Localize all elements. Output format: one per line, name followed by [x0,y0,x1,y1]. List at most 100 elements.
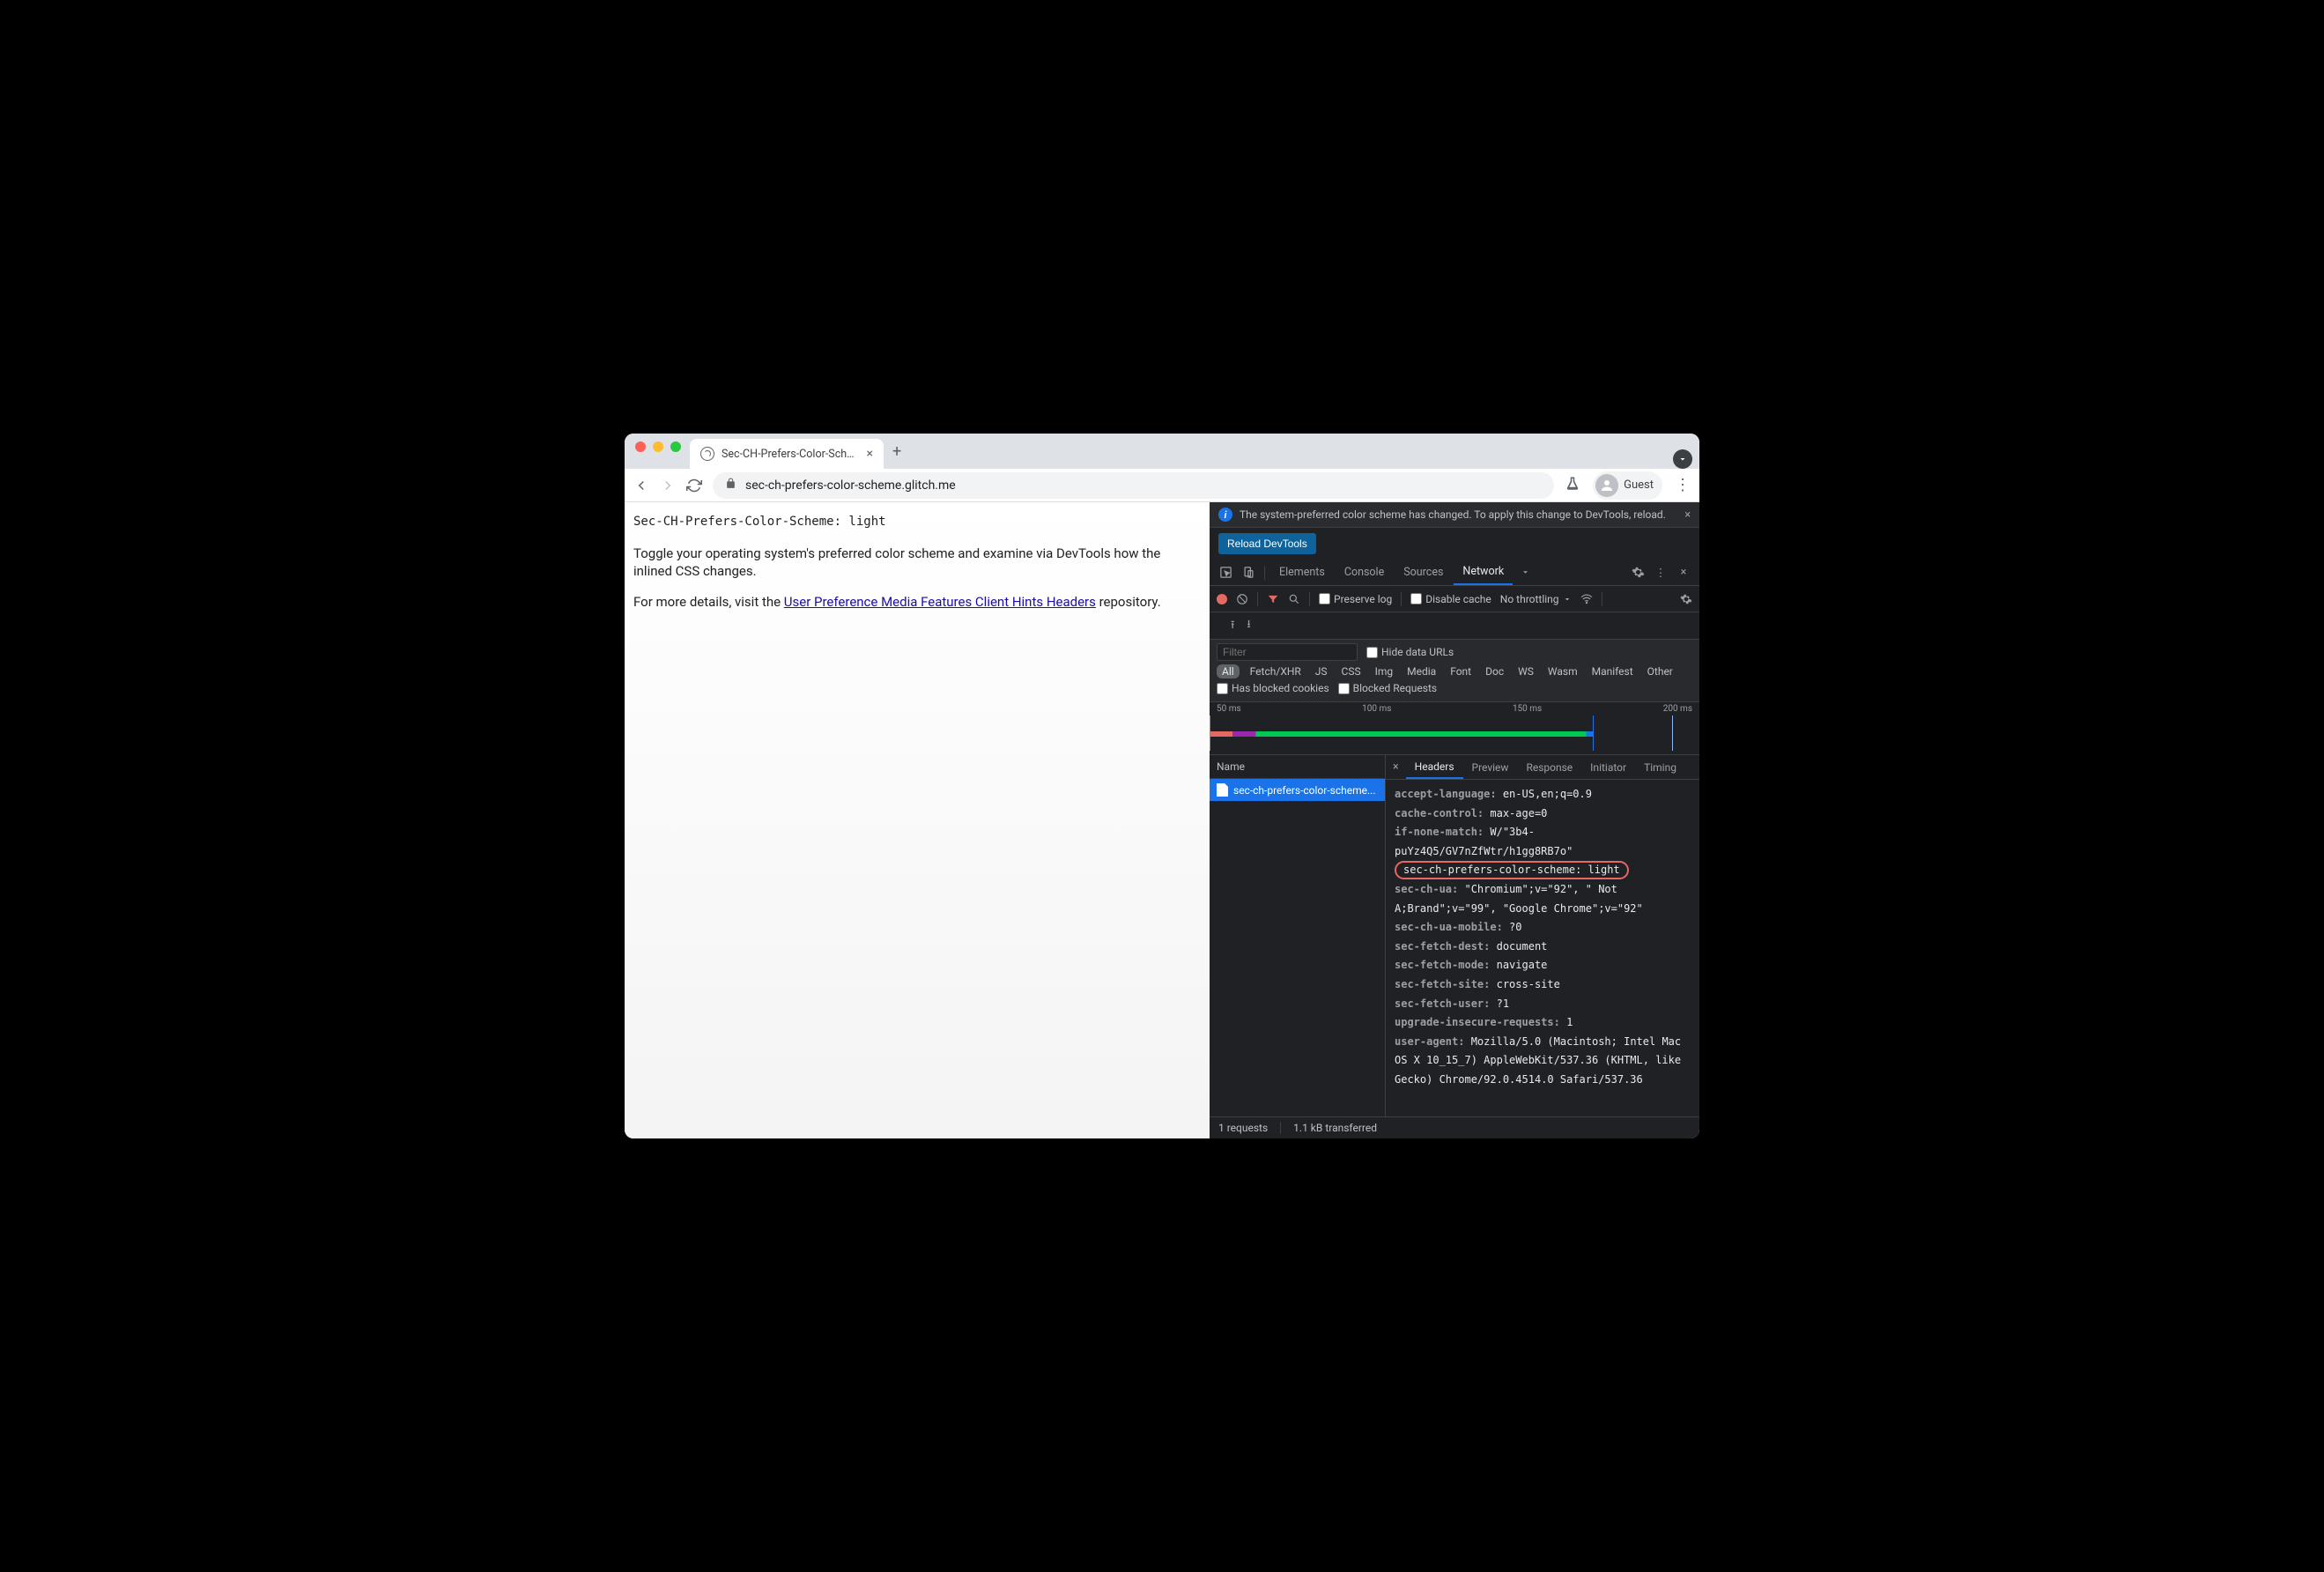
filter-bar: Hide data URLs All Fetch/XHR JS CSS Img Media… [1210,640,1699,702]
tab-title: Sec-CH-Prefers-Color-Scheme [722,448,860,461]
network-status-bar: 1 requests 1.1 kB transferred [1210,1116,1699,1138]
browser-tab[interactable]: Sec-CH-Prefers-Color-Scheme × [690,439,884,469]
filter-chip[interactable]: Doc [1482,664,1507,678]
filter-chip[interactable]: CSS [1338,664,1365,678]
settings-icon[interactable] [1627,566,1648,579]
maximize-window-button[interactable] [670,441,681,452]
page-content: Sec-CH-Prefers-Color-Scheme: light Toggl… [625,502,1210,1138]
new-tab-button[interactable]: + [884,437,910,466]
request-list: Name sec-ch-prefers-color-scheme... [1210,755,1386,1116]
headers-body[interactable]: accept-language: en-US,en;q=0.9cache-con… [1386,780,1699,1116]
detail-tab-initiator[interactable]: Initiator [1581,755,1635,779]
filter-chip[interactable]: All [1217,664,1240,678]
paragraph-2: For more details, visit the User Prefere… [633,593,1201,611]
globe-icon [700,447,714,461]
requests-count: 1 requests [1218,1122,1281,1134]
filter-chip[interactable]: WS [1514,664,1537,678]
header-row: sec-ch-prefers-color-scheme: light [1395,861,1691,880]
network-timeline[interactable]: 50 ms100 ms150 ms200 ms [1210,702,1699,755]
filter-chip[interactable]: Font [1447,664,1475,678]
preserve-log-checkbox[interactable]: Preserve log [1319,593,1392,605]
timeline-tick: 200 ms [1663,704,1692,714]
filter-chips: All Fetch/XHR JS CSS Img Media Font Doc WS Wasm Ma… [1217,664,1692,678]
network-toolbar: Preserve log Disable cache No throttling [1210,586,1699,612]
timeline-tick: 150 ms [1513,704,1542,714]
network-settings-icon[interactable] [1680,593,1692,605]
throttling-select[interactable]: No throttling [1500,593,1572,605]
forward-button[interactable] [660,478,676,493]
filter-chip[interactable]: Img [1372,664,1397,678]
experiments-icon[interactable] [1565,476,1580,495]
close-detail-button[interactable]: × [1386,760,1406,774]
tab-bar: Sec-CH-Prefers-Color-Scheme × + [625,434,1699,469]
wifi-icon[interactable] [1580,593,1593,605]
inspect-element-icon[interactable] [1215,566,1236,579]
filter-chip[interactable]: Wasm [1544,664,1581,678]
filter-chip[interactable]: Other [1644,664,1676,678]
close-window-button[interactable] [635,441,646,452]
address-bar[interactable]: sec-ch-prefers-color-scheme.glitch.me [713,472,1554,499]
name-column-header[interactable]: Name [1210,755,1385,779]
tab-elements[interactable]: Elements [1270,560,1334,585]
filter-icon[interactable] [1267,593,1279,605]
reload-bar: Reload DevTools [1210,528,1699,560]
tab-sources[interactable]: Sources [1395,560,1452,585]
import-har-icon[interactable]: ⭱ [1218,616,1234,635]
request-row[interactable]: sec-ch-prefers-color-scheme... [1210,779,1385,801]
filter-input[interactable] [1217,643,1358,661]
filter-chip[interactable]: Fetch/XHR [1247,664,1305,678]
filter-chip[interactable]: JS [1312,664,1331,678]
more-tabs-icon[interactable] [1514,566,1536,579]
label: Disable cache [1425,593,1491,605]
export-har-icon[interactable]: ⭳ [1247,616,1250,635]
minimize-window-button[interactable] [653,441,663,452]
reload-devtools-button[interactable]: Reload DevTools [1218,533,1316,554]
label: Preserve log [1334,593,1392,605]
detail-tab-response[interactable]: Response [1517,755,1581,779]
detail-tab-headers[interactable]: Headers [1406,755,1463,779]
filter-chip[interactable]: Media [1403,664,1440,678]
tab-network[interactable]: Network [1454,560,1513,585]
tab-overflow-button[interactable] [1673,449,1692,469]
detail-tab-timing[interactable]: Timing [1635,755,1685,779]
record-button[interactable] [1217,594,1227,604]
window-controls [632,441,690,461]
detail-tab-preview[interactable]: Preview [1463,755,1518,779]
back-button[interactable] [633,478,649,493]
content-area: Sec-CH-Prefers-Color-Scheme: light Toggl… [625,502,1699,1138]
devtools-panel: i The system-preferred color scheme has … [1210,502,1699,1138]
blocked-cookies-checkbox[interactable]: Has blocked cookies [1217,682,1329,694]
request-detail: × Headers Preview Response Initiator Tim… [1386,755,1699,1116]
info-message: The system-preferred color scheme has ch… [1240,508,1677,521]
label: Hide data URLs [1381,646,1454,658]
clear-button[interactable] [1236,593,1248,605]
dismiss-info-button[interactable]: × [1684,508,1691,522]
devtools-menu-icon[interactable]: ⋮ [1650,566,1671,580]
reload-button[interactable] [686,478,702,493]
text: For more details, visit the [633,594,784,610]
detail-tabs: × Headers Preview Response Initiator Tim… [1386,755,1699,780]
header-row: cache-control: max-age=0 [1395,805,1691,824]
label: No throttling [1500,593,1559,605]
client-hints-link[interactable]: User Preference Media Features Client Hi… [784,594,1096,610]
header-row: accept-language: en-US,en;q=0.9 [1395,785,1691,805]
label: Blocked Requests [1353,682,1437,694]
header-row: sec-fetch-mode: navigate [1395,956,1691,975]
menu-button[interactable]: ⋮ [1675,476,1691,494]
header-row: sec-fetch-dest: document [1395,938,1691,957]
disable-cache-checkbox[interactable]: Disable cache [1410,593,1491,605]
network-split: Name sec-ch-prefers-color-scheme... × He… [1210,755,1699,1116]
close-devtools-button[interactable]: × [1673,566,1694,579]
hide-data-urls-checkbox[interactable]: Hide data URLs [1366,646,1454,658]
device-toggle-icon[interactable] [1238,566,1259,579]
toolbar-right: Guest ⋮ [1565,471,1691,500]
blocked-requests-checkbox[interactable]: Blocked Requests [1338,682,1437,694]
tab-console[interactable]: Console [1336,560,1393,585]
filter-chip[interactable]: Manifest [1588,664,1637,678]
devtools-tabs: Elements Console Sources Network ⋮ × [1210,560,1699,586]
search-icon[interactable] [1288,593,1300,605]
header-line: Sec-CH-Prefers-Color-Scheme: light [633,515,1201,529]
close-tab-button[interactable]: × [867,447,873,461]
browser-toolbar: sec-ch-prefers-color-scheme.glitch.me Gu… [625,469,1699,502]
profile-button[interactable]: Guest [1593,471,1662,500]
